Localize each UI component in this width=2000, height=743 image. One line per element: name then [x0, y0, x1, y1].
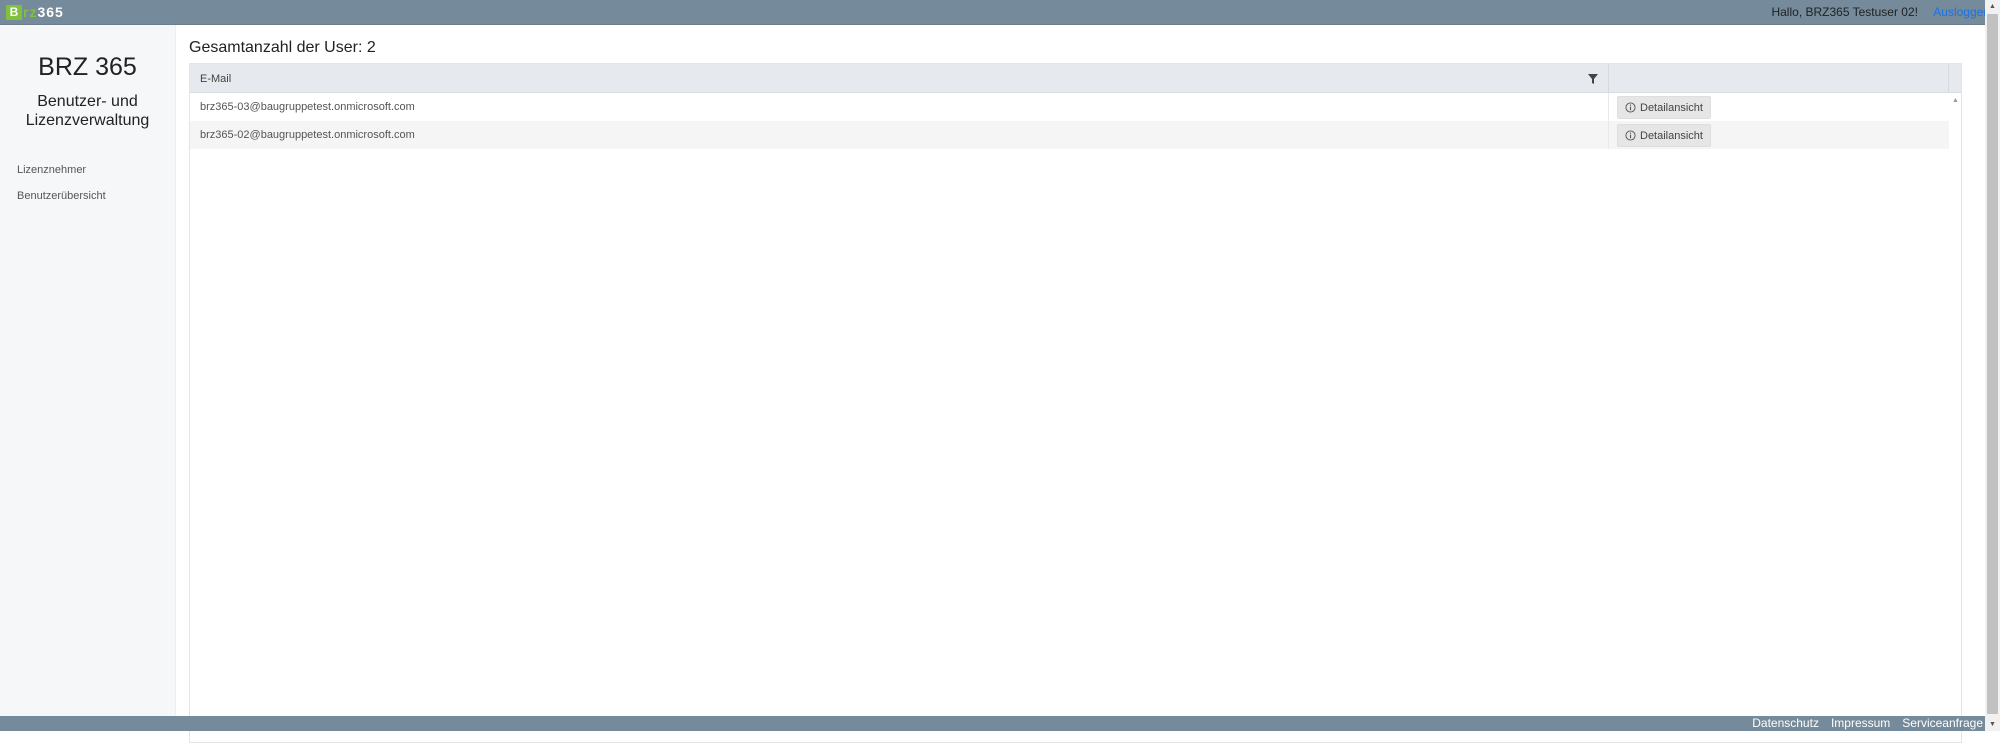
filter-icon[interactable]: [1587, 73, 1599, 85]
column-header-email[interactable]: E-Mail: [200, 73, 231, 85]
detail-view-label: Detailansicht: [1640, 101, 1703, 114]
info-icon: [1625, 130, 1636, 141]
footer-link-datenschutz[interactable]: Datenschutz: [1752, 717, 1819, 730]
footer-link-impressum[interactable]: Impressum: [1831, 717, 1890, 730]
detail-view-button[interactable]: Detailansicht: [1617, 96, 1711, 119]
sidebar-item-benutzeruebersicht[interactable]: Benutzerübersicht: [0, 185, 175, 207]
table-header: E-Mail: [190, 64, 1961, 93]
app-subtitle: Benutzer- und Lizenzverwaltung: [0, 92, 175, 130]
scroll-down-icon[interactable]: ▼: [1989, 721, 1996, 728]
logo-text: rz365: [23, 4, 64, 20]
column-divider: [1608, 93, 1609, 121]
email-cell: brz365-02@baugruppetest.onmicrosoft.com: [200, 129, 415, 141]
footer-links: Datenschutz Impressum Serviceanfrage: [1752, 717, 1983, 730]
table-scrollbar[interactable]: ▲: [1949, 93, 1961, 742]
app-subtitle-line2: Lizenzverwaltung: [25, 112, 150, 129]
user-greeting: Hallo, BRZ365 Testuser 02!: [1771, 5, 1918, 19]
footer: Datenschutz Impressum Serviceanfrage: [0, 716, 1985, 731]
column-divider: [1608, 121, 1609, 149]
sidebar: BRZ 365 Benutzer- und Lizenzverwaltung L…: [0, 25, 176, 716]
sidebar-item-lizenznehmer[interactable]: Lizenznehmer: [0, 159, 175, 181]
logout-link[interactable]: Ausloggen: [1933, 5, 1990, 19]
column-divider: [1608, 64, 1609, 92]
app-subtitle-line1: Benutzer- und: [37, 93, 138, 110]
app-title: BRZ 365: [38, 53, 137, 81]
main-content: Gesamtanzahl der User: 2 E-Mail brz365-0…: [189, 25, 1962, 743]
window-scrollbar[interactable]: ▲ ▼: [1985, 0, 2000, 731]
detail-view-label: Detailansicht: [1640, 129, 1703, 142]
scroll-up-icon[interactable]: ▲: [1952, 97, 1959, 104]
header-scroll-spacer: [1948, 64, 1961, 92]
info-icon: [1625, 102, 1636, 113]
page-title: Gesamtanzahl der User: 2: [189, 39, 376, 56]
detail-view-button[interactable]: Detailansicht: [1617, 124, 1711, 147]
table-row: brz365-02@baugruppetest.onmicrosoft.com …: [190, 121, 1961, 149]
scroll-up-icon[interactable]: ▲: [1989, 3, 1996, 10]
user-table: E-Mail brz365-03@baugruppetest.onmicroso…: [189, 63, 1962, 743]
footer-link-serviceanfrage[interactable]: Serviceanfrage: [1902, 717, 1983, 730]
email-cell: brz365-03@baugruppetest.onmicrosoft.com: [200, 101, 415, 113]
scrollbar-thumb[interactable]: [1987, 14, 1998, 714]
logo-mark: B: [6, 5, 22, 20]
sidebar-nav: Lizenznehmer Benutzerübersicht: [0, 159, 175, 207]
brz365-logo[interactable]: B rz365: [6, 4, 64, 21]
table-row: brz365-03@baugruppetest.onmicrosoft.com …: [190, 93, 1961, 121]
top-bar: B rz365 Hallo, BRZ365 Testuser 02! Auslo…: [0, 0, 2000, 25]
